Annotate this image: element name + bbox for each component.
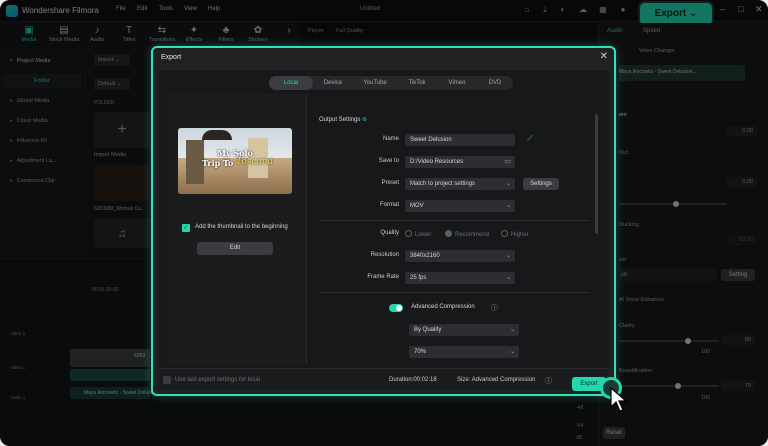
size-text: Size: Advanced Compression <box>457 377 536 383</box>
mouse-cursor-icon <box>610 387 628 412</box>
add-thumbnail-checkbox[interactable]: ✓ <box>182 224 190 232</box>
save-to-label: Save to <box>378 158 399 164</box>
dialog-close-icon[interactable]: ✕ <box>600 51 608 62</box>
dialog-footer: Use last export settings for local Durat… <box>159 368 609 390</box>
output-settings-icon: ⊜ <box>362 117 368 123</box>
thumbnail-title-line1: My Solo <box>217 148 253 158</box>
chevron-down-icon: ⌄ <box>505 275 511 281</box>
output-settings-label: Output Settings ⊜ <box>319 117 368 123</box>
chevron-down-icon: ⌄ <box>505 253 511 259</box>
name-input[interactable]: Sweet Delusion <box>405 134 515 146</box>
divider <box>319 292 589 293</box>
help-icon[interactable]: ⓘ <box>491 303 498 313</box>
format-label: Format <box>379 202 399 208</box>
frame-rate-dropdown[interactable]: 25 fps ⌄ <box>405 272 515 284</box>
use-last-settings-label: Use last export settings for local <box>175 377 261 383</box>
ai-name-icon[interactable]: ⟋ <box>527 134 533 144</box>
tab-dvd[interactable]: DVD <box>477 76 513 90</box>
export-thumbnail: My Solo Trip To Toscana <box>178 128 292 194</box>
chevron-down-icon: ⌄ <box>505 203 511 209</box>
tab-tiktok[interactable]: TikTok <box>397 76 437 90</box>
quality-lower-radio[interactable]: Lower <box>405 230 431 238</box>
dialog-title: Export <box>161 54 182 61</box>
tab-youtube[interactable]: YouTube <box>353 76 397 90</box>
preset-label: Preset <box>381 180 399 186</box>
preset-settings-button[interactable]: Settings <box>523 178 559 190</box>
edit-thumbnail-button[interactable]: Edit <box>197 242 273 255</box>
quality-recommend-radio[interactable]: Recommend <box>445 230 489 238</box>
add-thumbnail-label: Add the thumbnail to the beginning <box>195 224 288 230</box>
settings-scrollbar[interactable] <box>595 114 598 234</box>
chevron-down-icon: ⌄ <box>509 349 515 355</box>
chevron-down-icon: ⌄ <box>505 181 511 187</box>
resolution-label: Resolution <box>370 252 399 258</box>
frame-rate-label: Frame Rate <box>367 274 399 280</box>
thumbnail-title-line2: Trip To <box>202 158 234 168</box>
size-info-icon[interactable]: ⓘ <box>545 376 552 386</box>
advanced-compression-toggle[interactable] <box>389 304 403 312</box>
use-last-settings-checkbox[interactable] <box>163 376 171 384</box>
compression-value-dropdown[interactable]: 70% ⌄ <box>409 346 519 358</box>
dialog-body: Local Device YouTube TikTok Vimeo DVD My… <box>159 70 609 390</box>
tab-device[interactable]: Device <box>313 76 353 90</box>
export-dialog: Export ✕ Local Device YouTube TikTok Vim… <box>151 46 616 396</box>
filmora-window: Wondershare Filmora File Edit Tools View… <box>0 0 768 446</box>
tab-local[interactable]: Local <box>269 76 313 90</box>
divider <box>319 220 589 221</box>
resolution-dropdown[interactable]: 3840x2160 ⌄ <box>405 250 515 262</box>
quality-label: Quality <box>380 230 399 236</box>
save-to-input[interactable]: D:/Video Resources ▭ <box>405 156 515 168</box>
compression-mode-dropdown[interactable]: By Quality ⌄ <box>409 324 519 336</box>
preset-dropdown[interactable]: Match to project settings ⌄ <box>405 178 515 190</box>
folder-icon[interactable]: ▭ <box>504 157 511 165</box>
chevron-down-icon: ⌄ <box>509 327 515 333</box>
export-tabs: Local Device YouTube TikTok Vimeo DVD <box>269 76 513 90</box>
output-settings-panel: Output Settings ⊜ Name Sweet Delusion ⟋ … <box>311 94 601 364</box>
advanced-compression-label: Advanced Compression <box>411 304 475 310</box>
tab-vimeo[interactable]: Vimeo <box>437 76 477 90</box>
name-label: Name <box>382 136 399 142</box>
format-dropdown[interactable]: MOV ⌄ <box>405 200 515 212</box>
duration-text: Duration:00:02:18 <box>389 377 437 383</box>
quality-higher-radio[interactable]: Higher <box>501 230 529 238</box>
thumbnail-panel: My Solo Trip To Toscana ✓ Add the thumbn… <box>167 94 307 364</box>
thumbnail-title-line3: Toscana <box>236 157 273 167</box>
